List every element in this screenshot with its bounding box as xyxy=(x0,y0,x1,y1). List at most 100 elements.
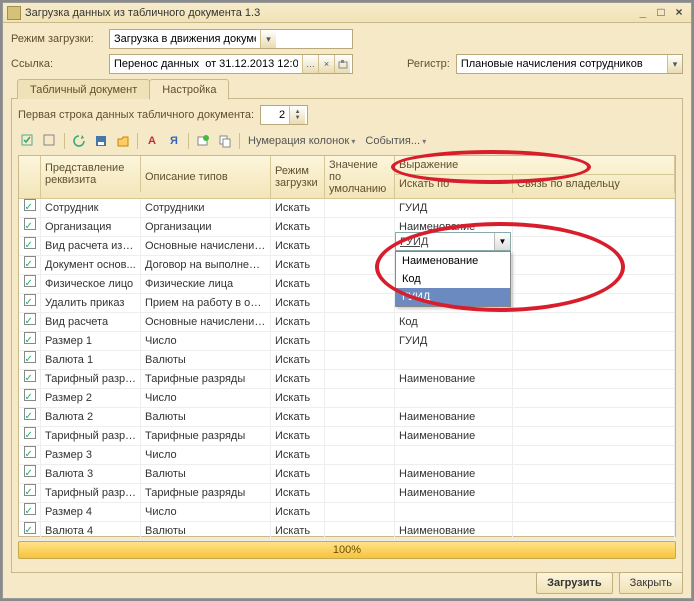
firstline-field[interactable]: ▲▼ xyxy=(260,105,308,125)
header-check[interactable] xyxy=(19,156,41,198)
save-button[interactable] xyxy=(91,131,111,151)
table-row[interactable]: Удалить приказПрием на работу в орг...Ис… xyxy=(19,294,675,313)
table-row[interactable]: Вид расчета изм...Основные начисления ..… xyxy=(19,237,675,256)
header-expr[interactable]: Выражение xyxy=(395,156,675,175)
link-ellipsis-button[interactable]: … xyxy=(302,55,318,73)
numbering-menu[interactable]: Нумерация колонок xyxy=(244,135,359,147)
table-row[interactable]: Размер 1ЧислоИскатьГУИД xyxy=(19,332,675,351)
dropdown-option-guid[interactable]: ГУИД xyxy=(396,288,510,306)
cell-repr: Физическое лицо xyxy=(41,275,141,294)
header-search[interactable]: Искать по xyxy=(395,175,513,193)
row-checkbox[interactable] xyxy=(19,370,41,389)
table-row[interactable]: Документ основ...Договор на выполнени...… xyxy=(19,256,675,275)
tab-settings[interactable]: Настройка xyxy=(149,79,229,100)
firstline-input[interactable] xyxy=(261,106,289,124)
cell-types: Договор на выполнени... xyxy=(141,256,271,275)
events-menu[interactable]: События... xyxy=(361,135,430,147)
form-area: Режим загрузки: ▾ Ссылка: … × Регистр: ▾… xyxy=(3,23,691,575)
chevron-down-icon[interactable]: ▼ xyxy=(494,233,510,250)
link-combo[interactable]: … × xyxy=(109,54,353,74)
open-button[interactable] xyxy=(113,131,133,151)
cell-mode: Искать xyxy=(271,522,325,541)
tab-document[interactable]: Табличный документ xyxy=(17,79,150,99)
check-all-button[interactable] xyxy=(18,131,38,151)
cell-owner xyxy=(513,465,675,484)
toolbar: A Я Нумерация колонок События... xyxy=(18,130,676,152)
link-clear-button[interactable]: × xyxy=(318,55,334,73)
row-checkbox[interactable] xyxy=(19,351,41,370)
refresh-button[interactable] xyxy=(69,131,89,151)
cell-types: Сотрудники xyxy=(141,199,271,218)
cell-owner xyxy=(513,427,675,446)
row-checkbox[interactable] xyxy=(19,408,41,427)
row-checkbox[interactable] xyxy=(19,237,41,256)
cell-repr: Валюта 3 xyxy=(41,465,141,484)
row-checkbox[interactable] xyxy=(19,313,41,332)
load-button[interactable]: Загрузить xyxy=(536,572,613,594)
row-checkbox[interactable] xyxy=(19,427,41,446)
firstline-spinner[interactable]: ▲▼ xyxy=(289,106,305,124)
row-checkbox[interactable] xyxy=(19,465,41,484)
table-row[interactable]: Тарифный разря...Тарифные разрядыИскатьН… xyxy=(19,484,675,503)
mode-combo[interactable]: ▾ xyxy=(109,29,353,49)
cell-owner xyxy=(513,408,675,427)
grid-body[interactable]: СотрудникСотрудникиИскатьГУИДОрганизация… xyxy=(19,199,675,541)
register-combo[interactable]: ▾ xyxy=(456,54,683,74)
search-dropdown[interactable]: ГУИД ▼ Наименование Код ГУИД xyxy=(395,232,511,307)
row-checkbox[interactable] xyxy=(19,218,41,237)
table-row[interactable]: Размер 2ЧислоИскать xyxy=(19,389,675,408)
row-checkbox[interactable] xyxy=(19,294,41,313)
row-checkbox[interactable] xyxy=(19,275,41,294)
row-checkbox[interactable] xyxy=(19,522,41,541)
cell-default xyxy=(325,237,395,256)
dropdown-option-code[interactable]: Код xyxy=(396,270,510,288)
close-window-button[interactable]: × xyxy=(671,6,687,20)
table-row[interactable]: Физическое лицоФизические лицаИскатьГУИД xyxy=(19,275,675,294)
cell-repr: Размер 3 xyxy=(41,446,141,465)
close-button[interactable]: Закрыть xyxy=(619,572,683,594)
sort-asc-button[interactable]: A xyxy=(142,131,162,151)
table-row[interactable]: Вид расчетаОсновные начисления ...Искать… xyxy=(19,313,675,332)
cell-types: Организации xyxy=(141,218,271,237)
copy-button[interactable] xyxy=(215,131,235,151)
header-mode[interactable]: Режим загрузки xyxy=(271,156,325,198)
register-input[interactable] xyxy=(457,55,667,73)
link-open-button[interactable] xyxy=(334,55,350,73)
mode-input[interactable] xyxy=(110,30,260,48)
row-checkbox[interactable] xyxy=(19,332,41,351)
row-checkbox[interactable] xyxy=(19,389,41,408)
table-row[interactable]: СотрудникСотрудникиИскатьГУИД xyxy=(19,199,675,218)
dropdown-option-name[interactable]: Наименование xyxy=(396,252,510,270)
header-repr[interactable]: Представление реквизита xyxy=(41,156,141,192)
header-owner[interactable]: Связь по владельцу xyxy=(513,175,675,193)
titlebar[interactable]: Загрузка данных из табличного документа … xyxy=(3,3,691,23)
table-row[interactable]: Валюта 1ВалютыИскать xyxy=(19,351,675,370)
row-checkbox[interactable] xyxy=(19,199,41,218)
row-checkbox[interactable] xyxy=(19,256,41,275)
table-row[interactable]: Тарифный разря...Тарифные разрядыИскатьН… xyxy=(19,427,675,446)
row-checkbox[interactable] xyxy=(19,484,41,503)
row-checkbox[interactable] xyxy=(19,503,41,522)
link-input[interactable] xyxy=(110,55,302,73)
header-types[interactable]: Описание типов xyxy=(141,156,271,198)
table-row[interactable]: Валюта 2ВалютыИскатьНаименование xyxy=(19,408,675,427)
sort-desc-button[interactable]: Я xyxy=(164,131,184,151)
minimize-button[interactable]: _ xyxy=(635,6,651,20)
table-row[interactable]: Тарифный разря...Тарифные разрядыИскатьН… xyxy=(19,370,675,389)
table-row[interactable]: Валюта 3ВалютыИскатьНаименование xyxy=(19,465,675,484)
table-row[interactable]: Размер 4ЧислоИскать xyxy=(19,503,675,522)
header-default[interactable]: Значение по умолчанию xyxy=(325,156,395,198)
new-item-button[interactable] xyxy=(193,131,213,151)
table-row[interactable]: ОрганизацияОрганизацииИскатьНаименование xyxy=(19,218,675,237)
mode-dropdown-icon[interactable]: ▾ xyxy=(260,30,276,48)
cell-default xyxy=(325,313,395,332)
uncheck-all-button[interactable] xyxy=(40,131,60,151)
register-dropdown-icon[interactable]: ▾ xyxy=(667,55,682,73)
search-dropdown-selected[interactable]: ГУИД ▼ xyxy=(395,232,511,251)
cell-repr: Валюта 4 xyxy=(41,522,141,541)
table-row[interactable]: Валюта 4ВалютыИскатьНаименование xyxy=(19,522,675,541)
row-checkbox[interactable] xyxy=(19,446,41,465)
maximize-button[interactable]: □ xyxy=(653,6,669,20)
cell-owner xyxy=(513,446,675,465)
table-row[interactable]: Размер 3ЧислоИскать xyxy=(19,446,675,465)
